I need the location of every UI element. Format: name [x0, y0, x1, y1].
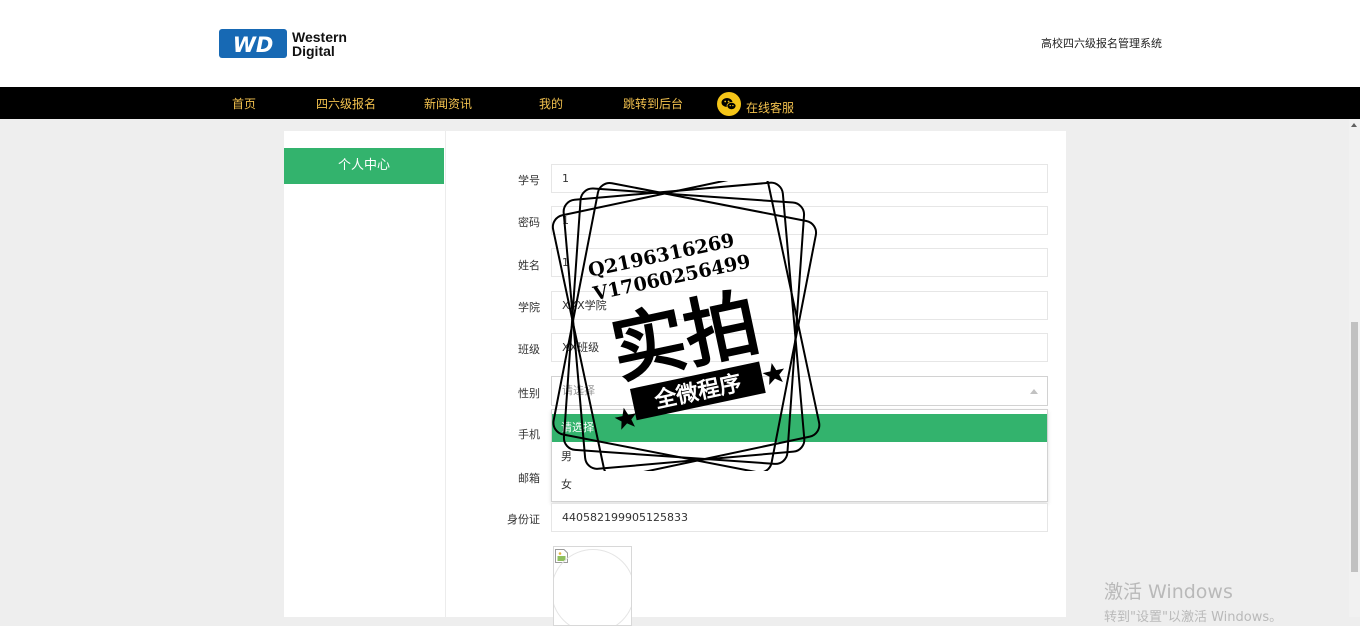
logo-line2: Digital — [292, 43, 335, 59]
nav-news[interactable]: 新闻资讯 — [424, 95, 472, 112]
site-header: WD Western Digital 高校四六级报名管理系统 — [0, 0, 1360, 87]
watermark-line1: 激活 Windows — [1104, 581, 1233, 603]
logo-mark: WD — [233, 33, 274, 57]
scrollbar-thumb[interactable] — [1351, 322, 1358, 572]
top-nav: 首页 四六级报名 新闻资讯 我的 跳转到后台 在线客服 — [0, 87, 1360, 119]
star-icon — [762, 362, 785, 385]
idcard-field[interactable]: 440582199905125833 — [551, 503, 1048, 532]
wechat-icon — [717, 92, 741, 116]
caret-up-icon — [1030, 389, 1038, 394]
scroll-up-arrow-icon[interactable] — [1351, 123, 1357, 127]
password-label: 密码 — [518, 216, 540, 229]
phone-label: 手机 — [518, 428, 540, 441]
name-label: 姓名 — [518, 259, 540, 272]
college-label: 学院 — [518, 301, 540, 314]
avatar-image[interactable] — [553, 546, 632, 626]
photo-stamp-overlay: Q2196316269 V17060256499 实拍 全微程序 — [551, 181, 821, 471]
online-service-label: 在线客服 — [746, 101, 795, 115]
site-title: 高校四六级报名管理系统 — [1041, 37, 1162, 50]
nav-exam-signup[interactable]: 四六级报名 — [316, 95, 376, 112]
nav-home[interactable]: 首页 — [232, 95, 256, 112]
sidebar-item-personal-center[interactable]: 个人中心 — [284, 148, 444, 184]
gender-option-female[interactable]: 女 — [552, 471, 1047, 499]
student-id-label: 学号 — [518, 174, 540, 187]
sidebar-divider — [445, 131, 446, 617]
gender-label: 性别 — [518, 387, 540, 400]
western-digital-logo[interactable]: WD Western Digital — [219, 28, 371, 60]
avatar-circle — [554, 549, 631, 625]
nav-mine[interactable]: 我的 — [539, 95, 563, 112]
page-scrollbar[interactable] — [1349, 119, 1360, 617]
email-label: 邮箱 — [518, 472, 540, 485]
nav-admin[interactable]: 跳转到后台 — [623, 95, 683, 112]
class-label: 班级 — [518, 343, 540, 356]
idcard-label: 身份证 — [507, 513, 540, 526]
watermark-line2: 转到"设置"以激活 Windows。 — [1104, 610, 1283, 625]
windows-activation-watermark: 激活 Windows 转到"设置"以激活 Windows。 — [1104, 577, 1282, 625]
